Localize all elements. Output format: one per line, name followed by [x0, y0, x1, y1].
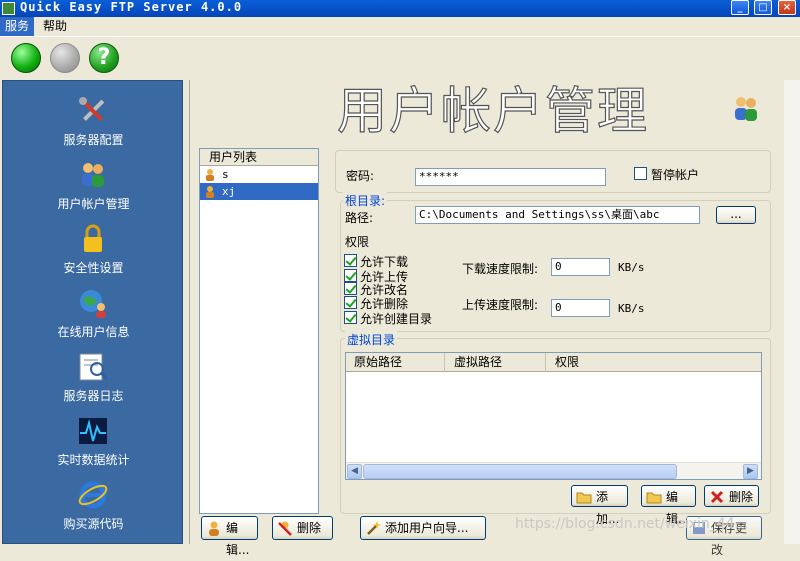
column-permissions[interactable]: 权限 — [547, 353, 761, 372]
table-header: 原始路径 虚拟路径 权限 — [346, 353, 761, 372]
upload-limit-label: 上传速度限制: — [462, 298, 539, 312]
user-list[interactable]: 用户列表 s xj — [199, 148, 319, 514]
window-title: Quick Easy FTP Server 4.0.0 — [20, 0, 243, 14]
user-list-item[interactable]: s — [200, 166, 318, 183]
tools-icon — [79, 97, 105, 121]
user-name: xj — [222, 185, 236, 198]
page-title: 用户帐户管理 — [336, 81, 649, 140]
sidebar-item-label: 服务器配置 — [63, 133, 124, 147]
password-field[interactable]: ****** — [415, 168, 606, 186]
delete-user-label: 删除 — [297, 521, 322, 535]
user-icon — [206, 169, 214, 181]
menu-help[interactable]: 帮助 — [38, 17, 72, 36]
permissions-title: 权限 — [345, 235, 370, 249]
edit-user-button[interactable]: 编辑... — [201, 516, 258, 557]
delete-icon — [710, 490, 724, 504]
toolbar: ? — [0, 36, 800, 80]
allow-rename-checkbox[interactable] — [344, 282, 357, 295]
allow-delete-checkbox[interactable] — [344, 296, 357, 309]
lock-icon — [84, 224, 102, 252]
title-bar: Quick Easy FTP Server 4.0.0 _ □ × — [0, 0, 800, 17]
help-button[interactable]: ? — [89, 43, 119, 73]
suspend-account-label: 暂停帐户 — [651, 168, 700, 182]
scroll-right-arrow[interactable]: ▶ — [743, 464, 758, 479]
folder-edit-icon — [646, 492, 662, 504]
browse-button[interactable]: ... — [716, 206, 756, 224]
column-original-path[interactable]: 原始路径 — [346, 353, 445, 372]
download-limit-unit: KB/s — [618, 261, 645, 274]
sidebar-item-realtime-stats[interactable]: 实时数据统计 — [3, 415, 184, 479]
upload-limit-unit: KB/s — [618, 302, 645, 315]
add-virtual-dir-button[interactable]: 添加... — [571, 485, 628, 526]
menu-bar: 服务 帮助 — [0, 17, 800, 36]
root-dir-legend: 根目录: — [343, 192, 388, 209]
globe-users-icon — [80, 290, 106, 318]
upload-limit-field[interactable]: 0 — [551, 299, 610, 317]
user-list-item-selected[interactable]: xj — [200, 183, 318, 200]
delete-virtual-dir-label: 删除 — [729, 490, 754, 504]
allow-download-checkbox[interactable] — [344, 254, 357, 267]
user-edit-icon — [209, 521, 219, 536]
virtual-dir-table[interactable]: 原始路径 虚拟路径 权限 ◀ ▶ — [345, 352, 762, 480]
ie-icon — [78, 481, 108, 509]
watermark-text: https://blog.csdn.net/weixin_44... — [515, 516, 748, 532]
sidebar-item-label: 用户帐户管理 — [57, 197, 130, 211]
delete-user-button[interactable]: 删除 — [272, 516, 333, 540]
scroll-left-arrow[interactable]: ◀ — [347, 464, 362, 479]
allow-upload-checkbox[interactable] — [344, 269, 357, 282]
sidebar-item-label: 服务器日志 — [63, 389, 124, 403]
add-user-wizard-button[interactable]: 添加用户向导... — [360, 516, 486, 540]
download-limit-field[interactable]: 0 — [551, 258, 610, 276]
stop-server-button[interactable] — [50, 43, 80, 73]
path-field[interactable]: C:\Documents and Settings\ss\桌面\abc — [415, 206, 700, 224]
sidebar: 服务器配置 用户帐户管理 安全性设置 在线用户信息 服务器日志 实时数据统计 购… — [2, 80, 183, 544]
add-user-wizard-label: 添加用户向导... — [385, 521, 469, 535]
app-icon — [2, 2, 15, 15]
user-name: s — [222, 168, 229, 181]
sidebar-item-server-config[interactable]: 服务器配置 — [3, 95, 184, 159]
download-limit-label: 下载速度限制: — [462, 262, 539, 276]
sidebar-item-security[interactable]: 安全性设置 — [3, 223, 184, 287]
users-icon — [735, 97, 757, 121]
sidebar-item-online-users[interactable]: 在线用户信息 — [3, 287, 184, 351]
sidebar-item-buy-source[interactable]: 购买源代码 — [3, 479, 184, 543]
start-server-button[interactable] — [11, 43, 41, 73]
delete-virtual-dir-button[interactable]: 删除 — [704, 485, 759, 507]
stats-icon — [79, 418, 107, 444]
sidebar-item-server-log[interactable]: 服务器日志 — [3, 351, 184, 415]
column-virtual-path[interactable]: 虚拟路径 — [446, 353, 546, 372]
edit-virtual-dir-button[interactable]: 编辑... — [641, 485, 696, 526]
path-label: 路径: — [345, 211, 374, 225]
log-icon — [79, 353, 109, 381]
sidebar-item-user-accounts[interactable]: 用户帐户管理 — [3, 159, 184, 223]
wand-icon — [367, 521, 381, 535]
scroll-thumb[interactable] — [363, 464, 677, 479]
password-label: 密码: — [346, 169, 375, 183]
edit-user-label: 编辑... — [226, 521, 250, 557]
virtual-dir-legend: 虚拟目录 — [345, 331, 398, 348]
user-delete-icon — [278, 521, 292, 536]
sidebar-item-label: 在线用户信息 — [57, 325, 130, 339]
maximize-button[interactable]: □ — [754, 0, 772, 15]
minimize-button[interactable]: _ — [731, 0, 749, 15]
user-icon — [206, 186, 214, 198]
window-vertical-scrollbar[interactable] — [784, 80, 800, 544]
allow-mkdir-checkbox[interactable] — [344, 311, 357, 324]
sidebar-item-label: 实时数据统计 — [57, 453, 130, 467]
users-icon — [82, 163, 104, 187]
suspend-account-checkbox[interactable] — [634, 167, 647, 180]
folder-icon — [576, 492, 592, 504]
sidebar-item-label: 购买源代码 — [63, 517, 124, 531]
close-button[interactable]: × — [778, 0, 796, 15]
user-list-header: 用户列表 — [200, 149, 318, 166]
allow-mkdir-label: 允许创建目录 — [360, 312, 433, 326]
menu-service[interactable]: 服务 — [0, 17, 35, 36]
sidebar-item-label: 安全性设置 — [63, 261, 124, 275]
horizontal-scrollbar[interactable]: ◀ ▶ — [346, 462, 761, 479]
